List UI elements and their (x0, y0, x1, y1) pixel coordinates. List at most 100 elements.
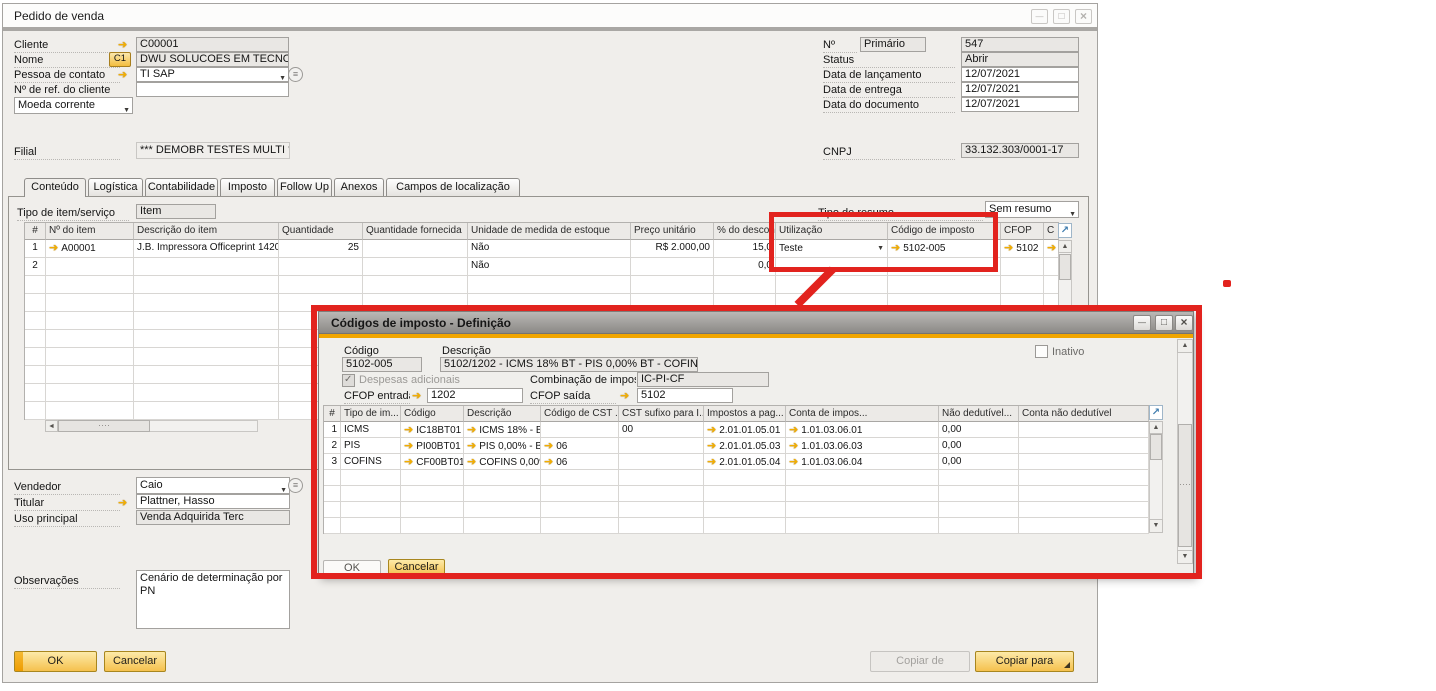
tab-follow-up[interactable]: Follow Up (277, 178, 332, 196)
cell-codigo[interactable]: PI00BT01 (401, 438, 464, 454)
cell-conta-nd[interactable] (1019, 422, 1149, 438)
link-arrow-icon[interactable] (789, 425, 798, 436)
close-icon[interactable] (1175, 315, 1193, 331)
cell-tipo[interactable]: PIS (341, 438, 401, 454)
cell-tipo[interactable]: COFINS (341, 454, 401, 470)
link-arrow-icon[interactable] (467, 457, 476, 468)
scroll-up-icon[interactable] (1177, 339, 1193, 353)
cell-num[interactable]: 1 (25, 240, 46, 258)
tipo-resumo-combo[interactable]: Sem resumo (985, 201, 1079, 218)
cell-nao-dedutivel[interactable]: 0,00 (939, 422, 1019, 438)
documento-field[interactable]: 12/07/2021 (961, 97, 1079, 112)
empty-row[interactable] (324, 518, 1149, 534)
cell-nao-dedutivel[interactable]: 0,00 (939, 454, 1019, 470)
cell-um[interactable]: Não (468, 258, 631, 276)
cell-conta[interactable]: 1.01.03.06.01 (786, 422, 939, 438)
cell-num[interactable]: 2 (25, 258, 46, 276)
cell-descricao[interactable] (134, 258, 279, 276)
link-arrow-icon[interactable] (789, 457, 798, 468)
link-arrow-icon[interactable] (49, 243, 58, 254)
link-arrow-icon[interactable] (789, 441, 798, 452)
cell-descricao[interactable]: J.B. Impressora Officeprint 1420 - J.B (134, 240, 279, 258)
empty-row[interactable] (25, 276, 1059, 294)
cancel-button[interactable]: Cancelar (104, 651, 166, 672)
link-arrow-icon[interactable] (544, 441, 553, 452)
expand-grid-icon[interactable] (1058, 223, 1072, 238)
cell-num[interactable]: 2 (324, 438, 341, 454)
cell-utilizacao[interactable] (776, 258, 888, 276)
scrollbar-thumb[interactable] (1178, 424, 1192, 547)
cell-codigo[interactable]: IC18BT01 (401, 422, 464, 438)
cell-descricao[interactable]: ICMS 18% - Ba (464, 422, 541, 438)
scroll-down-icon[interactable] (1149, 519, 1163, 533)
tab-campos-localizacao[interactable]: Campos de localização (386, 178, 520, 196)
cell-cst[interactable]: 06 (541, 454, 619, 470)
cell-cst[interactable] (541, 422, 619, 438)
cell-impostos[interactable]: 2.01.01.05.04 (704, 454, 786, 470)
cell-conta-nd[interactable] (1019, 438, 1149, 454)
scroll-up-icon[interactable] (1149, 421, 1163, 434)
observacoes-textarea[interactable]: Cenário de determinação por PN (136, 570, 290, 629)
cell-utilizacao-combo[interactable]: Teste (776, 240, 888, 258)
maximize-icon[interactable] (1053, 9, 1070, 24)
link-arrow-icon[interactable] (404, 425, 413, 436)
dialog-cancel-button[interactable]: Cancelar (388, 559, 445, 576)
link-arrow-icon[interactable] (707, 441, 716, 452)
empty-row[interactable] (324, 502, 1149, 518)
cell-cut[interactable] (1044, 240, 1059, 258)
link-arrow-icon[interactable] (412, 389, 421, 402)
cell-conta[interactable]: 1.01.03.06.03 (786, 438, 939, 454)
maximize-icon[interactable] (1155, 315, 1173, 331)
moeda-combo[interactable]: Moeda corrente (14, 97, 133, 114)
empty-row[interactable] (324, 470, 1149, 486)
cell-preco[interactable]: R$ 2.000,00 (631, 240, 714, 258)
cell-cfop[interactable]: 5102 (1001, 240, 1044, 258)
cell-cod-imposto[interactable] (888, 258, 1001, 276)
cell-item[interactable]: A00001 (46, 240, 134, 258)
dialog-ok-button[interactable]: OK (323, 560, 381, 576)
cfop-saida-field[interactable]: 5102 (637, 388, 733, 403)
cell-nao-dedutivel[interactable]: 0,00 (939, 438, 1019, 454)
lancamento-field[interactable]: 12/07/2021 (961, 67, 1079, 82)
inativo-checkbox[interactable] (1035, 345, 1048, 358)
chevron-down-icon[interactable] (279, 71, 286, 82)
link-arrow-icon[interactable] (118, 68, 127, 81)
cell-conta[interactable]: 1.01.03.06.04 (786, 454, 939, 470)
scroll-down-icon[interactable] (1177, 550, 1193, 564)
chevron-down-icon[interactable] (280, 482, 287, 494)
link-arrow-icon[interactable] (1004, 243, 1013, 254)
link-arrow-icon[interactable] (707, 425, 716, 436)
link-arrow-icon[interactable] (118, 496, 127, 509)
scrollbar-thumb[interactable] (1059, 254, 1071, 280)
cell-preco[interactable] (631, 258, 714, 276)
cell-quantidade[interactable] (279, 258, 363, 276)
tab-contabilidade[interactable]: Contabilidade (145, 178, 218, 196)
cell-cod-imposto[interactable]: 5102-005 (888, 240, 1001, 258)
choose-from-list-icon[interactable] (288, 478, 303, 493)
minimize-icon[interactable] (1031, 9, 1048, 24)
cell-desconto[interactable]: 15,0 (714, 240, 776, 258)
link-arrow-icon[interactable] (891, 243, 900, 254)
tab-anexos[interactable]: Anexos (334, 178, 384, 196)
ok-button[interactable]: OK (14, 651, 97, 672)
link-arrow-icon[interactable] (707, 457, 716, 468)
cell-descricao[interactable]: PIS 0,00% - Ba (464, 438, 541, 454)
cell-item[interactable] (46, 258, 134, 276)
link-arrow-icon[interactable] (467, 425, 476, 436)
cell-fornecida[interactable] (363, 258, 468, 276)
entrega-field[interactable]: 12/07/2021 (961, 82, 1079, 97)
cell-num[interactable]: 3 (324, 454, 341, 470)
link-arrow-icon[interactable] (404, 441, 413, 452)
cell-impostos[interactable]: 2.01.01.05.03 (704, 438, 786, 454)
scroll-left-icon[interactable] (45, 420, 58, 432)
choose-from-list-icon[interactable] (288, 67, 303, 82)
vendedor-combo[interactable]: Caio (136, 477, 290, 494)
tab-imposto[interactable]: Imposto (220, 178, 275, 196)
contato-combo[interactable]: TI SAP (136, 67, 289, 82)
cell-quantidade[interactable]: 25 (279, 240, 363, 258)
link-arrow-icon[interactable] (467, 441, 476, 452)
cell-descricao[interactable]: COFINS 0,00% (464, 454, 541, 470)
copiar-para-button[interactable]: Copiar para (975, 651, 1074, 672)
cell-cst-sufixo[interactable] (619, 438, 704, 454)
cell-tipo[interactable]: ICMS (341, 422, 401, 438)
